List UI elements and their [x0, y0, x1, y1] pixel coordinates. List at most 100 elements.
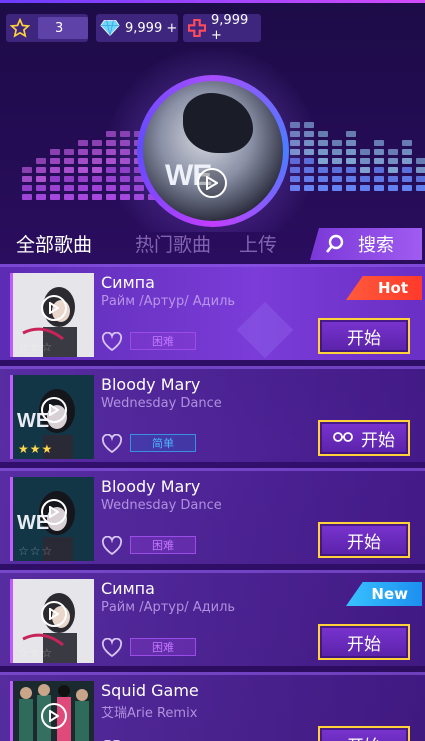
top-accent-line	[0, 0, 425, 3]
song-cover[interactable]: WE ★ ★ ★	[10, 375, 94, 459]
level-pill[interactable]: 3	[6, 14, 88, 42]
star-icon: ★	[18, 442, 29, 456]
search-button[interactable]: 搜索	[310, 228, 422, 260]
play-icon[interactable]	[41, 601, 67, 627]
star-icon: ★	[41, 442, 53, 456]
star-icon: ☆	[41, 544, 53, 558]
decor-diamond	[236, 301, 294, 359]
song-artist: 艾瑞Arie Remix	[101, 706, 198, 721]
heart-icon[interactable]	[101, 535, 123, 556]
song-cover[interactable]: ☆☆☆	[10, 273, 94, 357]
heart-icon[interactable]	[101, 331, 123, 352]
play-icon[interactable]	[197, 168, 227, 198]
equalizer-bar	[374, 140, 384, 191]
start-label: 开始	[347, 634, 381, 655]
start-label: 开始	[361, 430, 395, 451]
star-icon: ☆	[18, 544, 29, 558]
row-divider	[0, 570, 425, 573]
star-icon: ★	[29, 442, 41, 456]
song-row[interactable]: ☆ ☆ ☆ Симпа Райм /Артур/ Адиль 困难 开始 New	[0, 570, 425, 666]
start-button[interactable]: 开始	[318, 624, 410, 660]
equalizer-bar	[50, 149, 60, 200]
equalizer-bar	[318, 131, 328, 191]
plus-cross-icon	[186, 17, 207, 39]
song-artist: Райм /Артур/ Адиль	[101, 600, 236, 615]
equalizer-bar	[64, 149, 74, 200]
level-value: 3	[55, 20, 64, 36]
song-title: Симпа	[101, 579, 155, 598]
row-divider	[0, 366, 425, 369]
row-divider	[0, 264, 425, 267]
play-icon[interactable]	[41, 295, 67, 321]
star-rating: ★ ★ ★	[18, 443, 52, 455]
row-divider	[0, 468, 425, 471]
search-label: 搜索	[358, 235, 394, 256]
gems-pill[interactable]: 9,999 +	[96, 14, 178, 42]
disc-artwork: WE	[143, 81, 283, 221]
star-icon: ☆	[18, 340, 29, 354]
star-rating: ☆ ☆ ☆	[18, 341, 52, 353]
song-title: Squid Game	[101, 681, 199, 700]
health-value: 9,999 +	[211, 13, 249, 43]
song-cover[interactable]: ☆☆☆	[10, 579, 94, 663]
health-pill[interactable]: 9,999 +	[183, 13, 261, 43]
equalizer-bar	[78, 140, 88, 200]
glasses-icon	[333, 428, 353, 448]
start-button[interactable]: 开始	[318, 522, 410, 558]
song-row[interactable]: ☆ ☆ ☆ Симпа Райм /Артур/ Адиль 困难 开始 Hot	[0, 264, 425, 360]
song-artist: Райм /Артур/ Адиль	[101, 294, 236, 309]
difficulty-badge: 困难	[130, 332, 196, 350]
star-icon: ☆	[29, 646, 41, 660]
song-artist: Wednesday Dance	[101, 498, 222, 513]
difficulty-badge: 困难	[130, 536, 196, 554]
start-label: 开始	[347, 328, 381, 349]
star-icon: ☆	[41, 340, 53, 354]
equalizer-bar	[388, 149, 398, 191]
tab-upload[interactable]: 上传	[239, 230, 277, 257]
start-label: 开始	[347, 532, 381, 553]
play-icon[interactable]	[41, 703, 67, 729]
start-button[interactable]: 开始	[318, 420, 410, 456]
star-icon: ☆	[29, 340, 41, 354]
start-label: 开始	[347, 732, 381, 741]
disc-figure	[183, 93, 253, 153]
hot-badge: Hot	[346, 276, 422, 300]
song-title: Bloody Mary	[101, 375, 201, 394]
star-rating: ☆ ☆ ☆	[18, 647, 52, 659]
star-icon	[9, 17, 31, 39]
diamond-icon	[99, 17, 121, 39]
tab-all-songs[interactable]: 全部歌曲	[16, 230, 92, 257]
difficulty-badge: 困难	[130, 638, 196, 656]
hero-banner: WE	[0, 42, 425, 232]
equalizer-bar	[22, 167, 32, 200]
start-button[interactable]: 开始	[318, 318, 410, 354]
song-row[interactable]: ☆☆☆ Squid Game 艾瑞Arie Remix 开始	[0, 672, 425, 741]
equalizer-bar	[36, 158, 46, 200]
song-row[interactable]: WE ☆ ☆ ☆ Bloody Mary Wednesday Dance 困难 开始	[0, 468, 425, 564]
album-disc[interactable]: WE	[137, 75, 289, 227]
star-rating: ☆ ☆ ☆	[18, 545, 52, 557]
song-cover[interactable]: ☆☆☆	[10, 681, 94, 741]
heart-icon[interactable]	[101, 637, 123, 658]
game-screen: 3 9,999 + 9,999 + WE 全部歌曲 热门歌曲 上传 搜索 ☆ ☆…	[0, 0, 425, 741]
start-button[interactable]: 开始	[318, 726, 410, 741]
song-row[interactable]: WE ★ ★ ★ Bloody Mary Wednesday Dance 简单 开始	[0, 366, 425, 462]
song-cover[interactable]: WE ☆ ☆ ☆	[10, 477, 94, 561]
equalizer-bar	[332, 140, 342, 191]
star-icon: ☆	[41, 646, 53, 660]
tab-bar: 全部歌曲 热门歌曲 上传 搜索	[0, 228, 425, 262]
play-icon[interactable]	[41, 397, 67, 423]
heart-icon[interactable]	[101, 433, 123, 454]
difficulty-badge: 简单	[130, 434, 196, 452]
song-title: Симпа	[101, 273, 155, 292]
row-divider	[0, 672, 425, 675]
equalizer-bar	[402, 140, 412, 191]
search-icon	[324, 233, 346, 255]
new-badge: New	[346, 582, 422, 606]
tab-hot-songs[interactable]: 热门歌曲	[135, 230, 211, 257]
equalizer-bar	[346, 131, 356, 191]
song-title: Bloody Mary	[101, 477, 201, 496]
star-icon: ☆	[29, 544, 41, 558]
equalizer-bar	[92, 140, 102, 200]
play-icon[interactable]	[41, 499, 67, 525]
